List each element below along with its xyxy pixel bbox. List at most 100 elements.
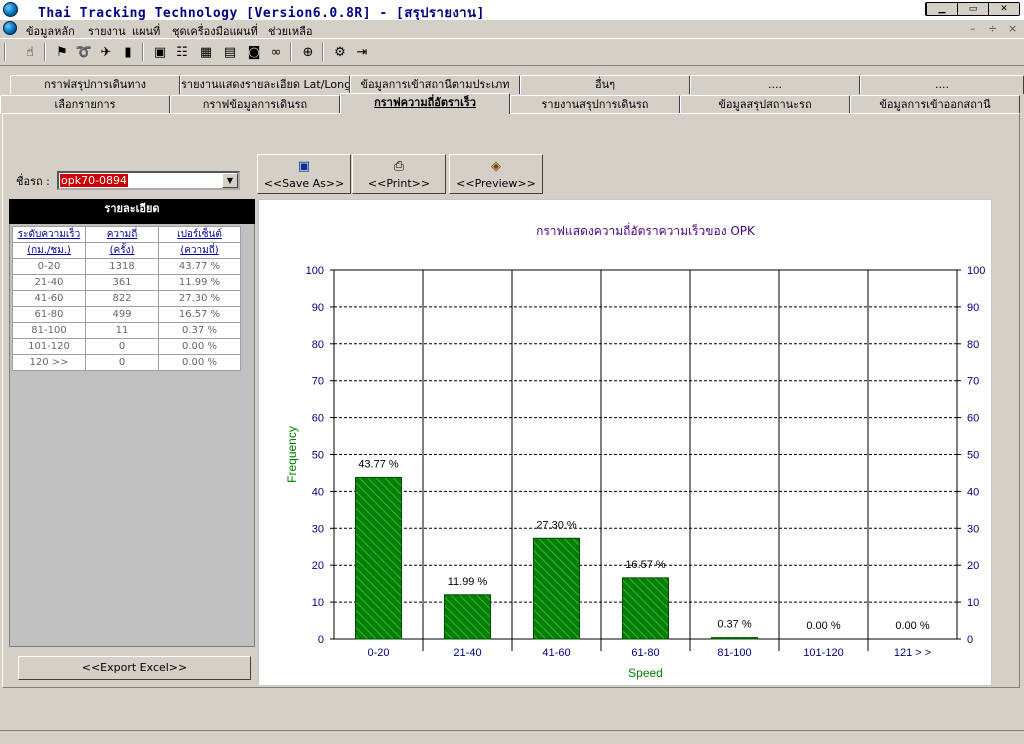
table-row[interactable]: 0-20 1318 43.77 % bbox=[12, 258, 241, 275]
table-cell: 0.37 % bbox=[158, 322, 241, 339]
y-tick-label-right: 50 bbox=[967, 450, 979, 462]
x-tick-label: 81-100 bbox=[717, 647, 751, 659]
tab-select-items[interactable]: เลือกรายการ bbox=[0, 95, 170, 114]
y-tick-label-right: 0 bbox=[967, 634, 973, 646]
zoom-icon[interactable]: ⊕ bbox=[298, 42, 318, 62]
preview-button[interactable]: ◈ <<Preview>> bbox=[449, 154, 543, 194]
table-row[interactable]: 120 >> 0 0.00 % bbox=[12, 354, 241, 371]
chevron-down-icon[interactable]: ▼ bbox=[222, 173, 238, 188]
x-axis-label: Speed bbox=[628, 666, 663, 680]
mdi-close-button[interactable]: × bbox=[1008, 22, 1017, 35]
column-header[interactable]: (ครั้ง) bbox=[85, 242, 159, 259]
tab-station-entry-by-type[interactable]: ข้อมูลการเข้าสถานีตามประเภท bbox=[350, 75, 520, 94]
route-icon[interactable]: ✈ bbox=[96, 42, 116, 62]
print-button[interactable]: ⎙ <<Print>> bbox=[352, 154, 446, 194]
mdi-restore-button[interactable]: ÷ bbox=[988, 22, 997, 35]
y-tick-label-left: 100 bbox=[306, 265, 324, 277]
vehicle-label: ชื่อรถ : bbox=[16, 175, 50, 188]
window-controls: ▁ ▭ ✕ bbox=[925, 2, 1020, 16]
details-header: รายละเอียด bbox=[9, 199, 255, 224]
mdi-minimize-button[interactable]: – bbox=[970, 22, 976, 35]
table-header-row: ระดับความเร็ว ความถี่ เปอร์เซ็นต์ bbox=[12, 226, 241, 243]
table-row[interactable]: 61-80 499 16.57 % bbox=[12, 306, 241, 323]
y-tick-label-left: 10 bbox=[312, 597, 324, 609]
preview-label: <<Preview>> bbox=[456, 177, 536, 190]
y-tick-label-right: 10 bbox=[967, 597, 979, 609]
table-row[interactable]: 81-100 11 0.37 % bbox=[12, 322, 241, 339]
chart-icon[interactable]: ▦ bbox=[196, 42, 216, 62]
tab-trip-summary-graph[interactable]: กราฟสรุปการเดินทาง bbox=[10, 75, 180, 94]
table-cell: 101-120 bbox=[12, 338, 86, 355]
y-tick-label-right: 30 bbox=[967, 523, 979, 535]
preview-icon: ◈ bbox=[491, 159, 501, 174]
track-icon[interactable]: ➰ bbox=[74, 42, 94, 62]
settings-icon[interactable]: ⚙ bbox=[330, 42, 350, 62]
y-tick-label-right: 70 bbox=[967, 376, 979, 388]
table-cell: 0-20 bbox=[12, 258, 86, 275]
column-header[interactable]: ความถี่ bbox=[85, 226, 159, 243]
y-tick-label-left: 20 bbox=[312, 560, 324, 572]
vehicle-select[interactable]: opk70-0894 ▼ bbox=[57, 171, 240, 190]
binoculars-icon[interactable]: ∞ bbox=[266, 42, 286, 62]
bar bbox=[533, 537, 580, 640]
exit-icon[interactable]: ⇥ bbox=[352, 42, 372, 62]
y-tick-label-left: 80 bbox=[312, 339, 324, 351]
details-table: ระดับความเร็ว ความถี่ เปอร์เซ็นต์ (กม./ชม.)… bbox=[12, 226, 241, 371]
tab-station-in-out[interactable]: ข้อมูลการเข้าออกสถานี bbox=[850, 95, 1020, 114]
title-bar: Thai Tracking Technology [Version6.0.8R]… bbox=[0, 0, 1024, 21]
bar bbox=[444, 594, 491, 640]
camera-icon[interactable]: ◙ bbox=[244, 42, 264, 62]
tab-speed-frequency-graph[interactable]: กราฟความถี่อัตราเร็ว bbox=[340, 93, 510, 114]
table-cell: 81-100 bbox=[12, 322, 86, 339]
tab-others[interactable]: อื่นๆ bbox=[520, 75, 690, 94]
monitor-icon[interactable]: ▣ bbox=[150, 42, 170, 62]
y-tick-label-right: 60 bbox=[967, 413, 979, 425]
data-label: 43.77 % bbox=[358, 458, 399, 470]
tab-latlong-report[interactable]: รายงานแสดงรายละเอียด Lat/Long bbox=[180, 75, 350, 94]
tab-more-2[interactable]: .... bbox=[860, 75, 1024, 94]
data-label: 0.37 % bbox=[717, 619, 751, 631]
find-vehicle-icon[interactable]: ⚑ bbox=[52, 42, 72, 62]
table-row[interactable]: 21-40 361 11.99 % bbox=[12, 274, 241, 291]
close-button[interactable]: ✕ bbox=[989, 3, 1019, 15]
tab-more-1[interactable]: .... bbox=[690, 75, 860, 94]
print-label: <<Print>> bbox=[367, 177, 431, 190]
table-cell: 43.77 % bbox=[158, 258, 241, 275]
report-icon[interactable]: ▮ bbox=[118, 42, 138, 62]
table-cell: 21-40 bbox=[12, 274, 86, 291]
column-header[interactable]: เปอร์เซ็นต์ bbox=[158, 226, 241, 243]
table-cell: 16.57 % bbox=[158, 306, 241, 323]
table-cell: 499 bbox=[85, 306, 159, 323]
app-globe-icon bbox=[3, 2, 18, 17]
data-label: 0.00 % bbox=[895, 620, 929, 632]
x-tick-label: 101-120 bbox=[803, 647, 843, 659]
chart-title: กราฟแสดงความถี่อัตราความเร็วของ OPK bbox=[536, 222, 756, 238]
table-row[interactable]: 41-60 822 27.30 % bbox=[12, 290, 241, 307]
data-label: 11.99 % bbox=[448, 576, 488, 588]
document-icon[interactable]: ▤ bbox=[220, 42, 240, 62]
tab-vehicle-status-summary[interactable]: ข้อมูลสรุปสถานะรถ bbox=[680, 95, 850, 114]
y-tick-label-left: 70 bbox=[312, 376, 324, 388]
table-cell: 0 bbox=[85, 354, 159, 371]
list-icon[interactable]: ☷ bbox=[172, 42, 192, 62]
data-label: 0.00 % bbox=[806, 620, 840, 632]
table-row[interactable]: 101-120 0 0.00 % bbox=[12, 338, 241, 355]
column-header[interactable]: (ความถี่) bbox=[158, 242, 241, 259]
column-header[interactable]: ระดับความเร็ว bbox=[12, 226, 86, 243]
y-tick-label-right: 40 bbox=[967, 486, 979, 498]
y-tick-label-right: 20 bbox=[967, 560, 979, 572]
column-header[interactable]: (กม./ชม.) bbox=[12, 242, 86, 259]
maximize-button[interactable]: ▭ bbox=[958, 3, 988, 15]
table-cell: 11 bbox=[85, 322, 159, 339]
table-cell: 361 bbox=[85, 274, 159, 291]
save-as-button[interactable]: ▣ <<Save As>> bbox=[257, 154, 351, 194]
floppy-disk-icon: ▣ bbox=[297, 159, 311, 174]
hand-icon[interactable]: ☝ bbox=[20, 42, 40, 62]
bar bbox=[711, 637, 758, 640]
x-tick-label: 41-60 bbox=[542, 647, 570, 659]
export-excel-button[interactable]: <<Export Excel>> bbox=[18, 656, 251, 680]
minimize-button[interactable]: ▁ bbox=[927, 3, 957, 15]
tab-driving-data-graph[interactable]: กราฟข้อมูลการเดินรถ bbox=[170, 95, 340, 114]
data-label: 16.57 % bbox=[625, 559, 666, 571]
tab-driving-summary-report[interactable]: รายงานสรุปการเดินรถ bbox=[510, 95, 680, 114]
